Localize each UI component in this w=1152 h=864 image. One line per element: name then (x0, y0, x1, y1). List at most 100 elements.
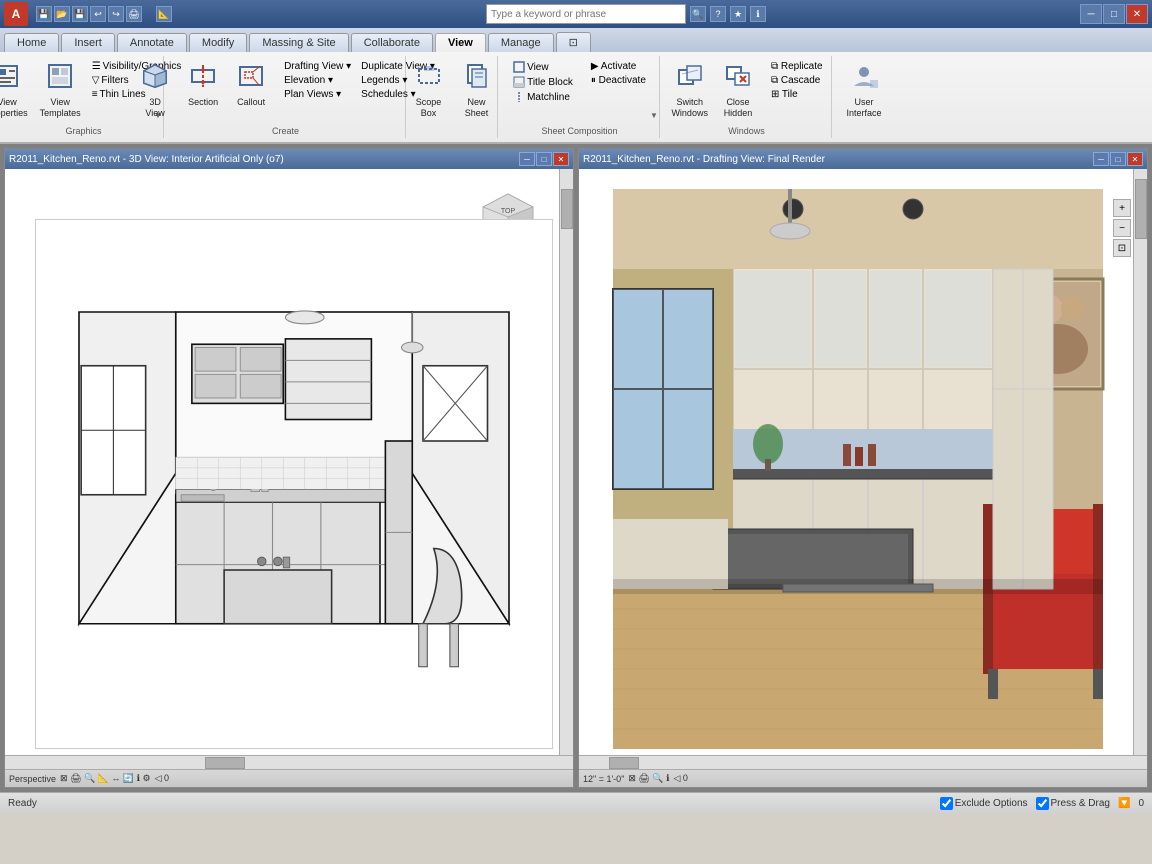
sheet-expand[interactable]: ▼ (649, 111, 659, 120)
close-btn[interactable]: ✕ (1126, 4, 1148, 24)
view-templates-btn[interactable]: ViewTemplates (36, 60, 85, 121)
exclude-options-label: Exclude Options (955, 798, 1028, 809)
exclude-options-input[interactable] (940, 797, 953, 810)
right-view-content: + − ⊡ (579, 169, 1147, 769)
close-hidden-btn[interactable]: CloseHidden (716, 60, 760, 121)
right-view-title-bar: R2011_Kitchen_Reno.rvt - Drafting View: … (579, 149, 1147, 169)
left-view-title-bar: R2011_Kitchen_Reno.rvt - 3D View: Interi… (5, 149, 573, 169)
right-status-angle: ◁ 0 (673, 773, 687, 784)
3d-view-btn[interactable]: 3DView (133, 60, 177, 121)
tab-manage[interactable]: Manage (488, 33, 554, 52)
section-icon (189, 62, 217, 95)
left-scroll-thumb-h[interactable] (205, 757, 245, 769)
tab-collaborate[interactable]: Collaborate (351, 33, 433, 52)
matchline-btn[interactable]: Matchline (510, 90, 576, 104)
exclude-options-checkbox[interactable]: Exclude Options (940, 797, 1028, 810)
left-status-label: Perspective (9, 774, 56, 784)
section-btn[interactable]: Section (181, 60, 225, 110)
right-scrollbar-h[interactable] (579, 755, 1147, 769)
title-bar-icons: 💾 📂 💾 ↩ ↪ 🖨 📐 (36, 6, 172, 22)
measure-icon[interactable]: 📐 (156, 6, 172, 22)
help-icon[interactable]: ? (710, 6, 726, 22)
3d-view-icon (141, 62, 169, 95)
view-templates-icon (46, 62, 74, 95)
user-interface-btn[interactable]: UserInterface (842, 60, 886, 121)
right-scroll-thumb-v[interactable] (1135, 179, 1147, 239)
title-block-btn[interactable]: Title Block (510, 75, 576, 89)
tab-view[interactable]: View (435, 33, 486, 52)
right-close-btn[interactable]: ✕ (1127, 152, 1143, 166)
info-icon[interactable]: ℹ (750, 6, 766, 22)
right-scale-label: 12" = 1'-0" (583, 774, 624, 784)
view-templates-label: ViewTemplates (40, 97, 81, 119)
ribbon: Home Insert Annotate Modify Massing & Si… (0, 28, 1152, 144)
title-block-icon (513, 76, 525, 88)
callout-btn[interactable]: Callout (229, 60, 273, 110)
tab-insert[interactable]: Insert (61, 33, 115, 52)
redo-icon[interactable]: ↪ (108, 6, 124, 22)
svg-text:TOP: TOP (501, 208, 516, 215)
print-icon[interactable]: 🖨 (126, 6, 142, 22)
tile-btn[interactable]: ⊞ Tile (768, 88, 826, 101)
star-icon[interactable]: ★ (730, 6, 746, 22)
open-icon[interactable]: 📂 (54, 6, 70, 22)
left-scrollbar-h[interactable] (5, 755, 573, 769)
callout-label: Callout (237, 97, 265, 108)
left-close-btn[interactable]: ✕ (553, 152, 569, 166)
window-controls: ─ □ ✕ (1080, 4, 1148, 24)
maximize-btn[interactable]: □ (1103, 4, 1125, 24)
switch-windows-btn[interactable]: SwitchWindows (667, 60, 712, 121)
photo-render-container (599, 189, 1117, 749)
new-sheet-icon (463, 62, 491, 95)
ui-content: UserInterface (842, 58, 886, 136)
matchline-icon (513, 91, 525, 103)
right-scrollbar-v[interactable] (1133, 169, 1147, 769)
save2-icon[interactable]: 💾 (72, 6, 88, 22)
elevation-btn[interactable]: Elevation ▾ (281, 74, 354, 87)
deactivate-btn[interactable]: ⏸ Deactivate (588, 74, 649, 87)
search-box-container: 🔍 ? ★ ℹ (486, 4, 766, 24)
drafting-view-btn[interactable]: Drafting View ▾ (281, 60, 354, 73)
switch-windows-icon (676, 62, 704, 95)
activate-btn[interactable]: ▶ Activate (588, 60, 649, 73)
press-drag-checkbox[interactable]: Press & Drag (1036, 797, 1110, 810)
scope-box-btn[interactable]: ScopeBox (407, 60, 451, 121)
filters-icon: ▽ (92, 75, 100, 86)
tab-massing[interactable]: Massing & Site (249, 33, 348, 52)
filters-label: Filters (101, 75, 128, 86)
search-input[interactable] (486, 4, 686, 24)
left-scroll-thumb-v[interactable] (561, 189, 573, 229)
new-sheet-btn[interactable]: NewSheet (455, 60, 499, 121)
filter-icon[interactable]: 🔽 (1118, 798, 1130, 809)
left-maximize-btn[interactable]: □ (536, 152, 552, 166)
replicate-btn[interactable]: ⧉ Replicate (768, 60, 826, 73)
tab-extra[interactable]: ⊡ (556, 32, 591, 52)
left-minimize-btn[interactable]: ─ (519, 152, 535, 166)
right-view-window: R2011_Kitchen_Reno.rvt - Drafting View: … (578, 148, 1148, 788)
right-scroll-thumb-h[interactable] (609, 757, 639, 769)
title-bar: A 💾 📂 💾 ↩ ↪ 🖨 📐 🔍 ? ★ ℹ ─ □ ✕ (0, 0, 1152, 28)
search-btn[interactable]: 🔍 (690, 6, 706, 22)
user-interface-label: UserInterface (846, 97, 881, 119)
right-minimize-btn[interactable]: ─ (1093, 152, 1109, 166)
windows-group-label: Windows (662, 126, 831, 136)
tab-annotate[interactable]: Annotate (117, 33, 187, 52)
plan-views-btn[interactable]: Plan Views ▾ (281, 88, 354, 101)
sheet-comp-btns: View Title Block Matchline (510, 60, 576, 104)
right-view-title: R2011_Kitchen_Reno.rvt - Drafting View: … (583, 154, 825, 165)
tab-home[interactable]: Home (4, 33, 59, 52)
tab-modify[interactable]: Modify (189, 33, 247, 52)
create-small-col1: Drafting View ▾ Elevation ▾ Plan Views ▾ (281, 60, 354, 101)
ready-label: Ready (8, 798, 37, 809)
minimize-btn[interactable]: ─ (1080, 4, 1102, 24)
title-bar-left: A 💾 📂 💾 ↩ ↪ 🖨 📐 (4, 2, 172, 26)
cascade-btn[interactable]: ⧉ Cascade (768, 74, 826, 87)
user-interface-icon (850, 62, 878, 95)
save-icon[interactable]: 💾 (36, 6, 52, 22)
right-maximize-btn[interactable]: □ (1110, 152, 1126, 166)
left-scrollbar-v[interactable] (559, 169, 573, 769)
view-properties-btn[interactable]: ViewProperties (0, 60, 32, 121)
view-btn[interactable]: View (510, 60, 576, 74)
press-drag-input[interactable] (1036, 797, 1049, 810)
undo-icon[interactable]: ↩ (90, 6, 106, 22)
